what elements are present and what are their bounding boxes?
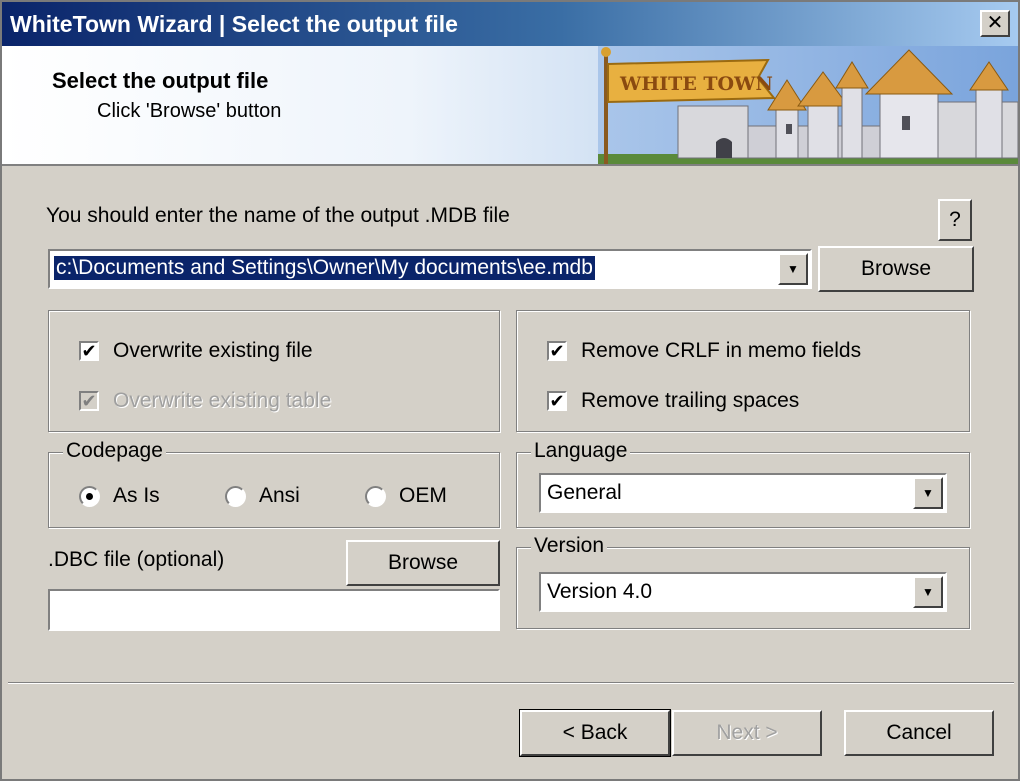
output-browse-label: Browse	[860, 257, 932, 280]
codepage-group-label: Codepage	[63, 439, 166, 463]
output-path-combobox[interactable]: c:\Documents and Settings\Owner\My docum…	[48, 249, 812, 289]
language-dropdown-button[interactable]: ▼	[913, 477, 943, 509]
overwrite-file-label[interactable]: Overwrite existing file	[113, 339, 313, 363]
dbc-browse-button[interactable]: Browse	[346, 540, 500, 586]
cancel-label: Cancel	[886, 721, 952, 744]
help-button[interactable]: ?	[938, 199, 972, 241]
close-button[interactable]: ✕	[980, 10, 1010, 37]
wizard-header: Select the output file Click 'Browse' bu…	[2, 46, 1018, 166]
cancel-button[interactable]: Cancel	[844, 710, 994, 756]
chevron-down-icon: ▼	[787, 262, 799, 276]
version-group-label: Version	[531, 534, 608, 558]
overwrite-table-checkbox: ✔	[79, 391, 99, 411]
dbc-file-input[interactable]	[48, 589, 500, 631]
language-group-label: Language	[531, 439, 631, 463]
chevron-down-icon: ▼	[922, 585, 934, 599]
codepage-as-is-label[interactable]: As Is	[113, 484, 160, 508]
version-group: Version Version 4.0 ▼	[516, 534, 970, 629]
version-select[interactable]: Version 4.0 ▼	[539, 572, 947, 612]
output-browse-button[interactable]: Browse	[818, 246, 974, 292]
output-path-dropdown-button[interactable]: ▼	[778, 253, 808, 285]
remove-trailing-checkbox[interactable]: ✔	[547, 391, 567, 411]
radio-dot-icon	[86, 493, 93, 500]
header-subtitle: Click 'Browse' button	[97, 100, 282, 122]
wizard-window: WhiteTown Wizard | Select the output fil…	[0, 0, 1020, 781]
check-icon: ✔	[549, 341, 565, 361]
help-icon: ?	[949, 208, 961, 231]
back-label: < Back	[562, 721, 628, 744]
footer-separator	[8, 682, 1014, 684]
overwrite-file-checkbox[interactable]: ✔	[79, 341, 99, 361]
cleanup-options-group: ✔ Remove CRLF in memo fields ✔ Remove tr…	[516, 310, 970, 432]
remove-crlf-label[interactable]: Remove CRLF in memo fields	[581, 339, 861, 363]
window-title: WhiteTown Wizard | Select the output fil…	[10, 11, 458, 37]
remove-crlf-checkbox[interactable]: ✔	[547, 341, 567, 361]
logo-text: WHITE TOWN	[619, 73, 773, 95]
output-path-input[interactable]: c:\Documents and Settings\Owner\My docum…	[54, 256, 595, 280]
language-select[interactable]: General ▼	[539, 473, 947, 513]
castle-logo-icon: WHITE TOWN	[598, 46, 1018, 164]
codepage-radio-as-is[interactable]	[79, 486, 100, 507]
next-button[interactable]: Next >	[672, 710, 822, 756]
output-file-prompt: You should enter the name of the output …	[46, 204, 510, 227]
check-icon: ✔	[81, 391, 97, 411]
dbc-browse-label: Browse	[387, 551, 459, 574]
overwrite-table-label: Overwrite existing table	[113, 389, 332, 412]
codepage-ansi-label[interactable]: Ansi	[259, 484, 300, 508]
next-label: Next >	[716, 721, 778, 744]
title-bar[interactable]: WhiteTown Wizard | Select the output fil…	[2, 2, 1018, 46]
close-icon: ✕	[986, 12, 1004, 34]
codepage-group: Codepage As Is Ansi OEM	[48, 439, 500, 528]
check-icon: ✔	[81, 341, 97, 361]
chevron-down-icon: ▼	[922, 486, 934, 500]
codepage-oem-label[interactable]: OEM	[399, 484, 447, 508]
overwrite-options-group: ✔ Overwrite existing file ✔ Overwrite ex…	[48, 310, 500, 432]
codepage-radio-oem[interactable]	[365, 486, 386, 507]
version-selected-value: Version 4.0	[547, 580, 653, 603]
check-icon: ✔	[549, 391, 565, 411]
back-button[interactable]: < Back	[519, 709, 671, 757]
dbc-file-label: .DBC file (optional)	[48, 548, 225, 571]
version-dropdown-button[interactable]: ▼	[913, 576, 943, 608]
language-selected-value: General	[547, 481, 622, 504]
codepage-radio-ansi[interactable]	[225, 486, 246, 507]
header-title: Select the output file	[52, 68, 269, 93]
remove-trailing-label[interactable]: Remove trailing spaces	[581, 389, 799, 413]
language-group: Language General ▼	[516, 439, 970, 528]
